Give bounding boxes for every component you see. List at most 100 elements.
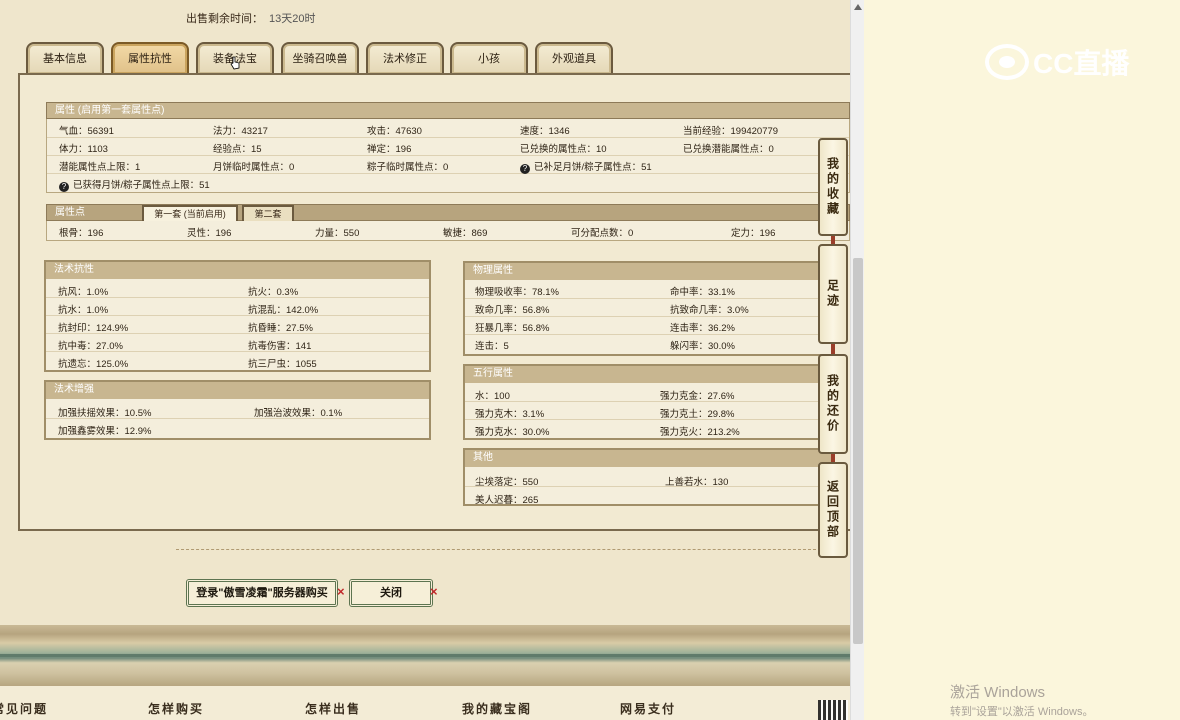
attr-value: 潜能属性点上限：1 [59, 162, 141, 173]
enhance-value: 加强扶摇效果：10.5% [58, 408, 152, 419]
help-icon[interactable]: ? [520, 164, 530, 174]
close-button[interactable]: 关闭 [349, 579, 433, 607]
attr-value: 法力：43217 [213, 126, 268, 137]
point-value: 定力：196 [731, 228, 776, 239]
qr-code-icon[interactable] [818, 700, 848, 720]
attr-value: 当前经验：199420779 [683, 126, 779, 137]
decorative-band-line [0, 654, 850, 657]
close-x-icon: × [430, 584, 438, 599]
windows-watermark-title: 激活 Windows [950, 684, 1046, 701]
resist-value: 抗水：1.0% [58, 305, 109, 316]
windows-watermark-sub: 转到"设置"以激活 Windows。 [950, 706, 1094, 718]
resist-value: 抗中毒：27.0% [58, 341, 123, 352]
tab-mounts-pets[interactable]: 坐骑召唤兽 [281, 42, 359, 74]
physical-value: 狂暴几率：56.8% [475, 323, 550, 334]
physical-value: 命中率：33.1% [670, 287, 735, 298]
other-value: 美人迟暮：265 [475, 495, 539, 506]
other-value: 尘埃落定：550 [475, 477, 539, 488]
element-value: 强力克火：213.2% [660, 427, 740, 438]
five-elements-box: 五行属性 水：100 强力克金：27.6% 强力克木：3.1% 强力克土：29.… [463, 364, 833, 440]
attr-value: 已补足月饼/粽子属性点：51 [534, 162, 652, 173]
magic-enhance-box: 法术增强 加强扶摇效果：10.5% 加强治波效果：0.1% 加强鑫雾效果：12.… [44, 380, 431, 440]
footer-faq-link[interactable]: 常见问题 [0, 700, 48, 717]
cc-logo: CC直播 [985, 42, 1129, 82]
physical-title: 物理属性 [465, 263, 831, 280]
physical-value: 抗致命几率：3.0% [670, 305, 749, 316]
point-value: 力量：550 [315, 228, 360, 239]
side-bargain-button[interactable]: 我的还价 [818, 354, 848, 454]
footer-how-sell-link[interactable]: 怎样出售 [305, 700, 361, 717]
side-favorites-button[interactable]: 我的收藏 [818, 138, 848, 236]
attr-value: 已兑换潜能属性点：0 [683, 144, 774, 155]
cc-logo-text: CC直播 [1033, 48, 1130, 79]
app-window: 出售剩余时间：13天20时 基本信息 属性抗性 装备法宝 坐骑召唤兽 法术修正 … [0, 0, 850, 720]
attr-value: 已兑换的属性点：10 [520, 144, 607, 155]
attr-value: 月饼临时属性点：0 [213, 162, 295, 173]
side-history-button[interactable]: 足迹 [818, 244, 848, 344]
other-value: 上善若水：130 [665, 477, 729, 488]
attr-value: 气血：56391 [59, 126, 114, 137]
page-body: 出售剩余时间：13天20时 基本信息 属性抗性 装备法宝 坐骑召唤兽 法术修正 … [0, 0, 850, 625]
resist-value: 抗火：0.3% [248, 287, 299, 298]
sale-time-label: 出售剩余时间： [186, 13, 263, 25]
resist-value: 抗遗忘：125.0% [58, 359, 129, 370]
other-box: 其他 尘埃落定：550 上善若水：130 美人迟暮：265 [463, 448, 833, 506]
attr-value: 速度：1346 [520, 126, 570, 137]
point-value: 灵性：196 [187, 228, 232, 239]
physical-value: 连击：5 [475, 341, 509, 352]
physical-value: 物理吸收率：78.1% [475, 287, 559, 298]
vertical-scrollbar[interactable] [850, 0, 864, 720]
attr-value: 体力：1103 [59, 144, 108, 155]
subtab-set-two[interactable]: 第二套 [242, 205, 294, 221]
help-icon[interactable]: ? [59, 182, 69, 192]
element-value: 强力克木：3.1% [475, 409, 545, 420]
tab-basic-info[interactable]: 基本信息 [26, 42, 104, 74]
attr-help-row: ? 已获得月饼/粽子属性点上限：51 [59, 177, 210, 192]
attr-value: 粽子临时属性点：0 [367, 162, 449, 173]
resist-value: 抗毒伤害：141 [248, 341, 312, 352]
element-value: 强力克土：29.8% [660, 409, 735, 420]
login-buy-button[interactable]: 登录"傲雪凌霜"服务器购买 [186, 579, 338, 607]
point-value: 敏捷：869 [443, 228, 488, 239]
close-x-icon: × [337, 584, 345, 599]
tab-children[interactable]: 小孩 [450, 42, 528, 74]
footer-how-buy-link[interactable]: 怎样购买 [148, 700, 204, 717]
tab-appearance[interactable]: 外观道具 [535, 42, 613, 74]
scroll-up-icon[interactable] [854, 4, 862, 10]
dotted-divider [176, 549, 816, 550]
point-value: 可分配点数：0 [571, 228, 634, 239]
physical-value: 致命几率：56.8% [475, 305, 550, 316]
attr-value: 攻击：47630 [367, 126, 422, 137]
physical-box: 物理属性 物理吸收率：78.1% 命中率：33.1% 致命几率：56.8% 抗致… [463, 261, 833, 356]
resist-value: 抗风：1.0% [58, 287, 109, 298]
subtab-set-one[interactable]: 第一套 (当前启用) [142, 205, 238, 221]
magic-resist-box: 法术抗性 抗风：1.0% 抗火：0.3% 抗水：1.0% 抗混乱：142.0% … [44, 260, 431, 372]
resist-value: 抗封印：124.9% [58, 323, 129, 334]
attr-section-title: 属性 (启用第一套属性点) [46, 102, 850, 119]
magic-resist-title: 法术抗性 [46, 262, 429, 279]
attr-grid: 气血：56391 法力：43217 攻击：47630 速度：1346 当前经验：… [46, 119, 850, 193]
footer-my-treasury-link[interactable]: 我的藏宝阁 [462, 700, 532, 717]
element-value: 水：100 [475, 391, 510, 402]
resist-value: 抗混乱：142.0% [248, 305, 319, 316]
hand-cursor-icon [230, 56, 240, 70]
footer-payment-link[interactable]: 网易支付 [620, 700, 676, 717]
stream-background [864, 0, 1180, 720]
point-value: 根骨：196 [59, 228, 104, 239]
enhance-value: 加强鑫雾效果：12.9% [58, 426, 152, 437]
five-elements-title: 五行属性 [465, 366, 831, 383]
tab-spell-mods[interactable]: 法术修正 [366, 42, 444, 74]
back-to-top-button[interactable]: 返回顶部 [818, 462, 848, 558]
enhance-value: 加强治波效果：0.1% [254, 408, 343, 419]
attributes-panel: 属性 (启用第一套属性点) 气血：56391 法力：43217 攻击：47630… [18, 73, 850, 531]
other-title: 其他 [465, 450, 831, 467]
sale-time-value: 13天20时 [269, 13, 316, 25]
cc-logo-icon [985, 44, 1029, 80]
element-value: 强力克水：30.0% [475, 427, 550, 438]
attr-value: 已获得月饼/粽子属性点上限：51 [73, 180, 210, 191]
points-grid: 根骨：196 灵性：196 力量：550 敏捷：869 可分配点数：0 定力：1… [46, 221, 850, 241]
resist-value: 抗昏睡：27.5% [248, 323, 313, 334]
scroll-thumb[interactable] [853, 258, 863, 644]
attr-value: 经验点：15 [213, 144, 262, 155]
tab-attributes[interactable]: 属性抗性 [111, 42, 189, 74]
